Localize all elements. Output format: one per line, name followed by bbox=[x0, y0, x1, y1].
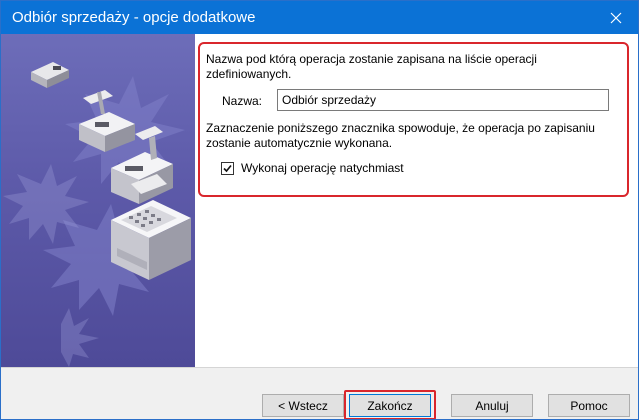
back-button[interactable]: < Wstecz bbox=[262, 394, 344, 417]
content-panel: Nazwa pod którą operacja zostanie zapisa… bbox=[195, 34, 638, 367]
close-icon bbox=[610, 12, 621, 23]
finish-button[interactable]: Zakończ bbox=[349, 394, 431, 417]
help-button[interactable]: Pomoc bbox=[548, 394, 630, 417]
cash-registers-illustration bbox=[3, 62, 191, 367]
dialog-window: Odbiór sprzedaży - opcje dodatkowe Nazwa… bbox=[0, 0, 639, 420]
checkbox-description: Zaznaczenie poniższego znacznika spowodu… bbox=[206, 121, 595, 150]
wizard-illustration-panel bbox=[1, 34, 195, 367]
execute-immediately-checkbox[interactable] bbox=[221, 162, 234, 175]
name-input[interactable] bbox=[277, 89, 609, 111]
window-title: Odbiór sprzedaży - opcje dodatkowe bbox=[12, 9, 256, 26]
close-button[interactable] bbox=[593, 1, 638, 34]
name-description: Nazwa pod którą operacja zostanie zapisa… bbox=[206, 52, 537, 81]
title-bar[interactable]: Odbiór sprzedaży - opcje dodatkowe bbox=[1, 1, 638, 34]
name-label: Nazwa: bbox=[222, 94, 263, 108]
cancel-button[interactable]: Anuluj bbox=[451, 394, 533, 417]
checkmark-icon bbox=[223, 164, 232, 173]
button-separator bbox=[1, 367, 638, 368]
checkbox-label[interactable]: Wykonaj operację natychmiast bbox=[241, 161, 404, 175]
